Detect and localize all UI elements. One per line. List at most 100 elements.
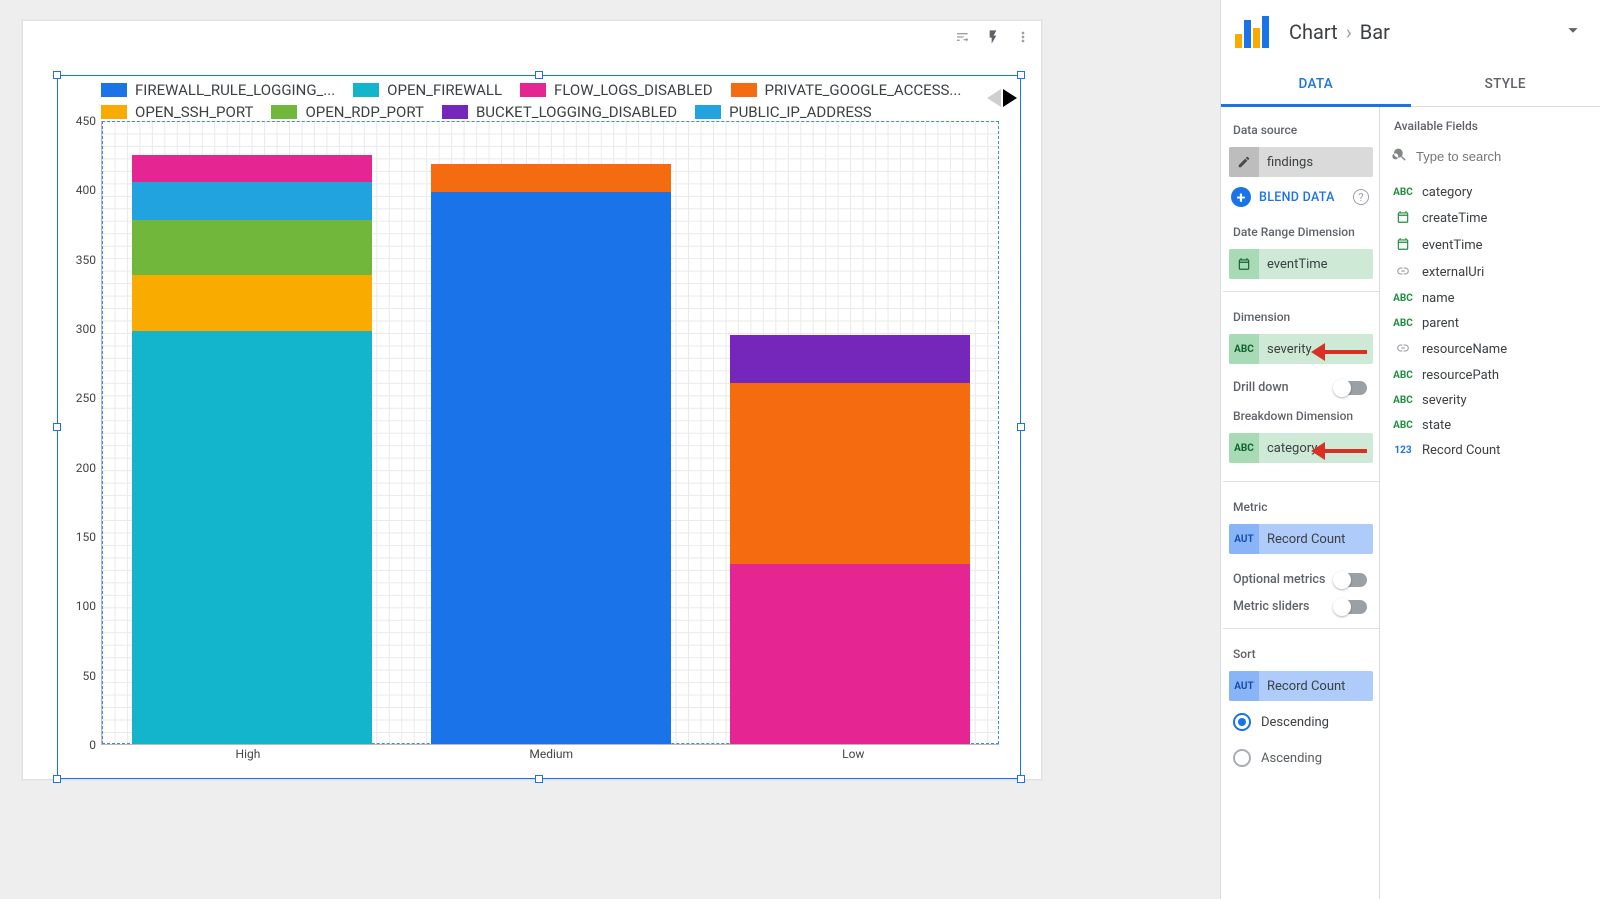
bar-group[interactable] [132,155,372,744]
crumb-chart[interactable]: Chart [1289,20,1338,44]
available-fields-column: Available Fields ABCcategorycreateTimeev… [1380,107,1600,899]
legend-item[interactable]: FLOW_LOGS_DISABLED [520,81,713,99]
legend-prev-icon[interactable] [987,89,1001,107]
aut-icon: AUT [1229,671,1259,701]
resize-handle[interactable] [1017,775,1025,783]
legend-label: OPEN_SSH_PORT [135,103,253,121]
metric-pill[interactable]: AUT Record Count [1229,524,1373,554]
available-field[interactable]: ABCstate [1390,413,1594,438]
available-field[interactable]: 123Record Count [1390,438,1594,463]
legend-item[interactable]: PRIVATE_GOOGLE_ACCESS... [731,81,962,99]
resize-handle[interactable] [53,423,61,431]
available-field[interactable]: createTime [1390,205,1594,232]
y-tick-label: 250 [60,391,96,405]
tab-style[interactable]: STYLE [1411,62,1600,106]
y-tick-label: 300 [60,322,96,336]
abc-icon: ABC [1392,370,1414,381]
y-tick-label: 0 [60,738,96,752]
sort-desc-radio[interactable]: Descending [1229,707,1373,737]
sort-pill[interactable]: AUT Record Count [1229,671,1373,701]
optional-metrics-toggle[interactable] [1335,573,1367,587]
bar-segment[interactable] [730,564,970,744]
bar-segment[interactable] [132,331,372,744]
bolt-icon[interactable] [985,29,1001,45]
more-vert-icon[interactable] [1015,29,1031,45]
bar-segment[interactable] [132,155,372,183]
annotation-arrow-icon [1311,344,1367,360]
resize-handle[interactable] [1017,423,1025,431]
field-name: severity [1422,393,1467,408]
available-field[interactable]: ABCseverity [1390,388,1594,413]
bar-segment[interactable] [132,182,372,219]
side-panel: Chart › Bar DATA STYLE Data source findi… [1220,0,1600,899]
date-range-pill[interactable]: eventTime [1229,249,1373,279]
section-metric: Metric [1229,494,1373,518]
bar-segment[interactable] [132,275,372,330]
section-sort: Sort [1229,641,1373,665]
available-field[interactable]: ABCcategory [1390,180,1594,205]
available-field[interactable]: ABCresourcePath [1390,363,1594,388]
plus-circle-icon[interactable]: + [1231,187,1251,207]
chevron-down-icon[interactable] [1562,19,1584,45]
chart-frame[interactable]: FIREWALL_RULE_LOGGING_... OPEN_FIREWALL FL… [22,20,1042,780]
crumb-bar[interactable]: Bar [1360,20,1390,44]
canvas-area[interactable]: FIREWALL_RULE_LOGGING_... OPEN_FIREWALL FL… [0,0,1220,899]
legend-item[interactable]: FIREWALL_RULE_LOGGING_... [101,81,335,99]
chart-legend: FIREWALL_RULE_LOGGING_... OPEN_FIREWALL FL… [101,81,971,121]
link-icon [1392,264,1414,281]
x-tick-label: High [236,747,261,761]
annotation-arrow-icon [1311,443,1367,459]
legend-item[interactable]: OPEN_SSH_PORT [101,103,253,121]
resize-handle[interactable] [1017,71,1025,79]
legend-item[interactable]: PUBLIC_IP_ADDRESS [695,103,872,121]
tab-data[interactable]: DATA [1221,62,1411,107]
pencil-icon[interactable] [1229,147,1259,177]
resize-handle[interactable] [535,71,543,79]
abc-icon: ABC [1392,420,1414,431]
sort-asc-radio[interactable]: Ascending [1229,743,1373,773]
blend-data-button[interactable]: BLEND DATA [1259,190,1345,205]
bar-segment[interactable] [730,335,970,384]
legend-label: BUCKET_LOGGING_DISABLED [476,103,677,121]
available-field[interactable]: ABCname [1390,286,1594,311]
resize-handle[interactable] [535,775,543,783]
legend-pager[interactable] [987,89,1017,107]
available-field[interactable]: ABC parent [1390,311,1594,336]
bar-segment[interactable] [431,164,671,192]
y-tick-label: 350 [60,253,96,267]
legend-label: PRIVATE_GOOGLE_ACCESS... [765,81,962,99]
aut-icon: AUT [1229,524,1259,554]
available-field[interactable]: eventTime [1390,232,1594,259]
y-tick-label: 450 [60,114,96,128]
bar-segment[interactable] [132,220,372,275]
field-name: eventTime [1422,238,1483,253]
available-field[interactable]: externalUri [1390,259,1594,286]
bar-group[interactable] [730,335,970,744]
resize-handle[interactable] [53,71,61,79]
legend-next-icon[interactable] [1003,89,1017,107]
metric-sliders-toggle[interactable] [1335,600,1367,614]
bar-segment[interactable] [730,383,970,563]
legend-swatch [101,105,127,119]
drill-down-toggle[interactable] [1335,381,1367,395]
field-name: parent [1422,316,1459,331]
bar-segment[interactable] [431,192,671,744]
abc-icon: ABC [1392,293,1414,304]
chart-type-breadcrumb[interactable]: Chart › Bar [1221,0,1600,62]
resize-handle[interactable] [53,775,61,783]
legend-swatch [353,83,379,97]
legend-item[interactable]: OPEN_RDP_PORT [271,103,423,121]
field-search-input[interactable] [1416,145,1592,168]
available-field[interactable]: resourceName [1390,336,1594,363]
bar-group[interactable] [431,164,671,744]
data-source-pill[interactable]: findings [1229,147,1373,177]
legend-item[interactable]: OPEN_FIREWALL [353,81,502,99]
help-icon[interactable]: ? [1353,189,1369,205]
legend-swatch [101,83,127,97]
legend-label: OPEN_RDP_PORT [305,103,423,121]
sort-icon[interactable] [955,29,971,45]
abc-icon: ABC [1392,318,1414,329]
search-icon [1392,147,1408,167]
legend-swatch [695,105,721,119]
legend-item[interactable]: BUCKET_LOGGING_DISABLED [442,103,677,121]
